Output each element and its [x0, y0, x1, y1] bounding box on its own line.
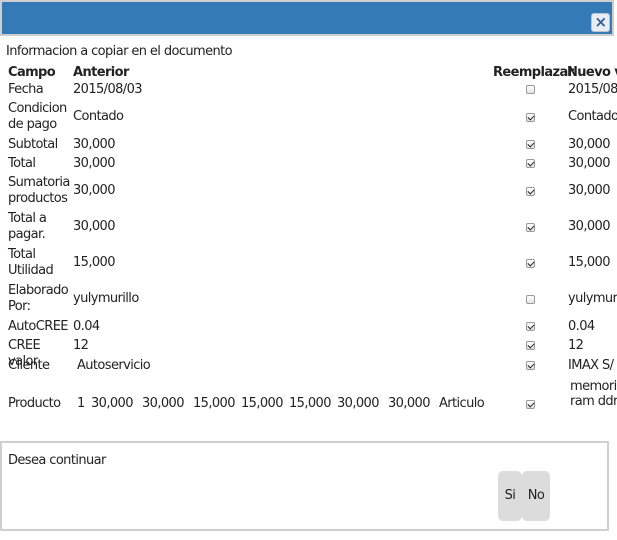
caption: Informacion a copiar en el documento	[6, 44, 233, 59]
row-field: Subtotal	[8, 137, 58, 152]
row-old-value: 30,000	[73, 183, 115, 198]
confirm-panel: Desea continuar Si No	[0, 441, 609, 531]
replace-checkbox[interactable]	[526, 341, 535, 350]
product-old-value: 30,000	[91, 396, 133, 411]
replace-checkbox[interactable]	[526, 361, 535, 370]
replace-checkbox[interactable]	[526, 322, 535, 331]
row-new-value: 30,000	[568, 137, 610, 152]
row-field: Total a pagar.	[8, 211, 47, 242]
replace-checkbox[interactable]	[526, 400, 535, 409]
row-new-value: yulymur	[568, 291, 617, 306]
row-old-value: 30,000	[73, 219, 115, 234]
product-old-value: Articulo	[439, 396, 485, 411]
row-field: Fecha	[8, 82, 44, 97]
confirm-message: Desea continuar	[8, 453, 106, 468]
header-new: Nuevo v	[567, 65, 617, 80]
product-old-value: 30,000	[142, 396, 184, 411]
replace-checkbox[interactable]	[526, 187, 535, 196]
row-field: Elaborado Por:	[8, 283, 69, 314]
row-old-value: 2015/08/03	[73, 82, 143, 97]
replace-checkbox[interactable]	[526, 295, 535, 304]
row-field: Total	[8, 156, 36, 171]
row-new-value: Contado	[568, 109, 617, 124]
replace-checkbox[interactable]	[526, 140, 535, 149]
product-old-value: 15,000	[193, 396, 235, 411]
no-button[interactable]: No	[522, 471, 550, 521]
header-old: Anterior	[73, 65, 129, 80]
replace-checkbox[interactable]	[526, 85, 535, 94]
row-new-value: 0.04	[568, 319, 595, 334]
product-old-value: 30,000	[337, 396, 379, 411]
close-button[interactable]: ×	[591, 13, 610, 32]
row-new-value: IMAX S/	[568, 358, 614, 373]
product-old-value: 30,000	[388, 396, 430, 411]
dialog-titlebar[interactable]: ×	[0, 0, 614, 36]
row-old-value: 30,000	[73, 137, 115, 152]
replace-checkbox[interactable]	[526, 113, 535, 122]
row-new-value: 2015/08	[568, 82, 617, 97]
row-field: Sumatoria productos	[8, 175, 70, 206]
header-replace: Reemplazar	[493, 65, 574, 80]
product-old-value: 15,000	[241, 396, 283, 411]
row-field: Condicion de pago	[8, 101, 67, 132]
row-old-value: 15,000	[73, 255, 115, 270]
comparison-panel: Informacion a copiar en el documento Cam…	[0, 36, 617, 441]
replace-checkbox[interactable]	[526, 223, 535, 232]
row-new-value: 30,000	[568, 156, 610, 171]
row-new-value: 30,000	[568, 219, 610, 234]
row-new-value: 30,000	[568, 183, 610, 198]
row-old-value: yulymurillo	[73, 291, 139, 306]
row-field: AutoCREE	[8, 319, 69, 334]
close-icon: ×	[594, 13, 608, 31]
row-old-value: Contado	[73, 109, 124, 124]
product-new-value: memoria ram ddr 3	[570, 379, 617, 409]
replace-checkbox[interactable]	[526, 259, 535, 268]
row-old-value: 30,000	[73, 156, 115, 171]
row-old-value: 12	[73, 338, 89, 353]
row-old-value: 0.04	[73, 319, 100, 334]
replace-checkbox[interactable]	[526, 159, 535, 168]
row-new-value: 12	[568, 338, 584, 353]
product-old-value: 1	[77, 396, 85, 411]
row-field: Producto	[8, 396, 61, 411]
yes-button[interactable]: Si	[498, 471, 522, 521]
product-old-value: 15,000	[289, 396, 331, 411]
row-field: Cliente	[8, 358, 50, 373]
header-field: Campo	[8, 65, 56, 80]
row-new-value: 15,000	[568, 255, 610, 270]
row-field: Total Utilidad	[8, 247, 54, 278]
row-old-value: Autoservicio	[77, 358, 151, 373]
